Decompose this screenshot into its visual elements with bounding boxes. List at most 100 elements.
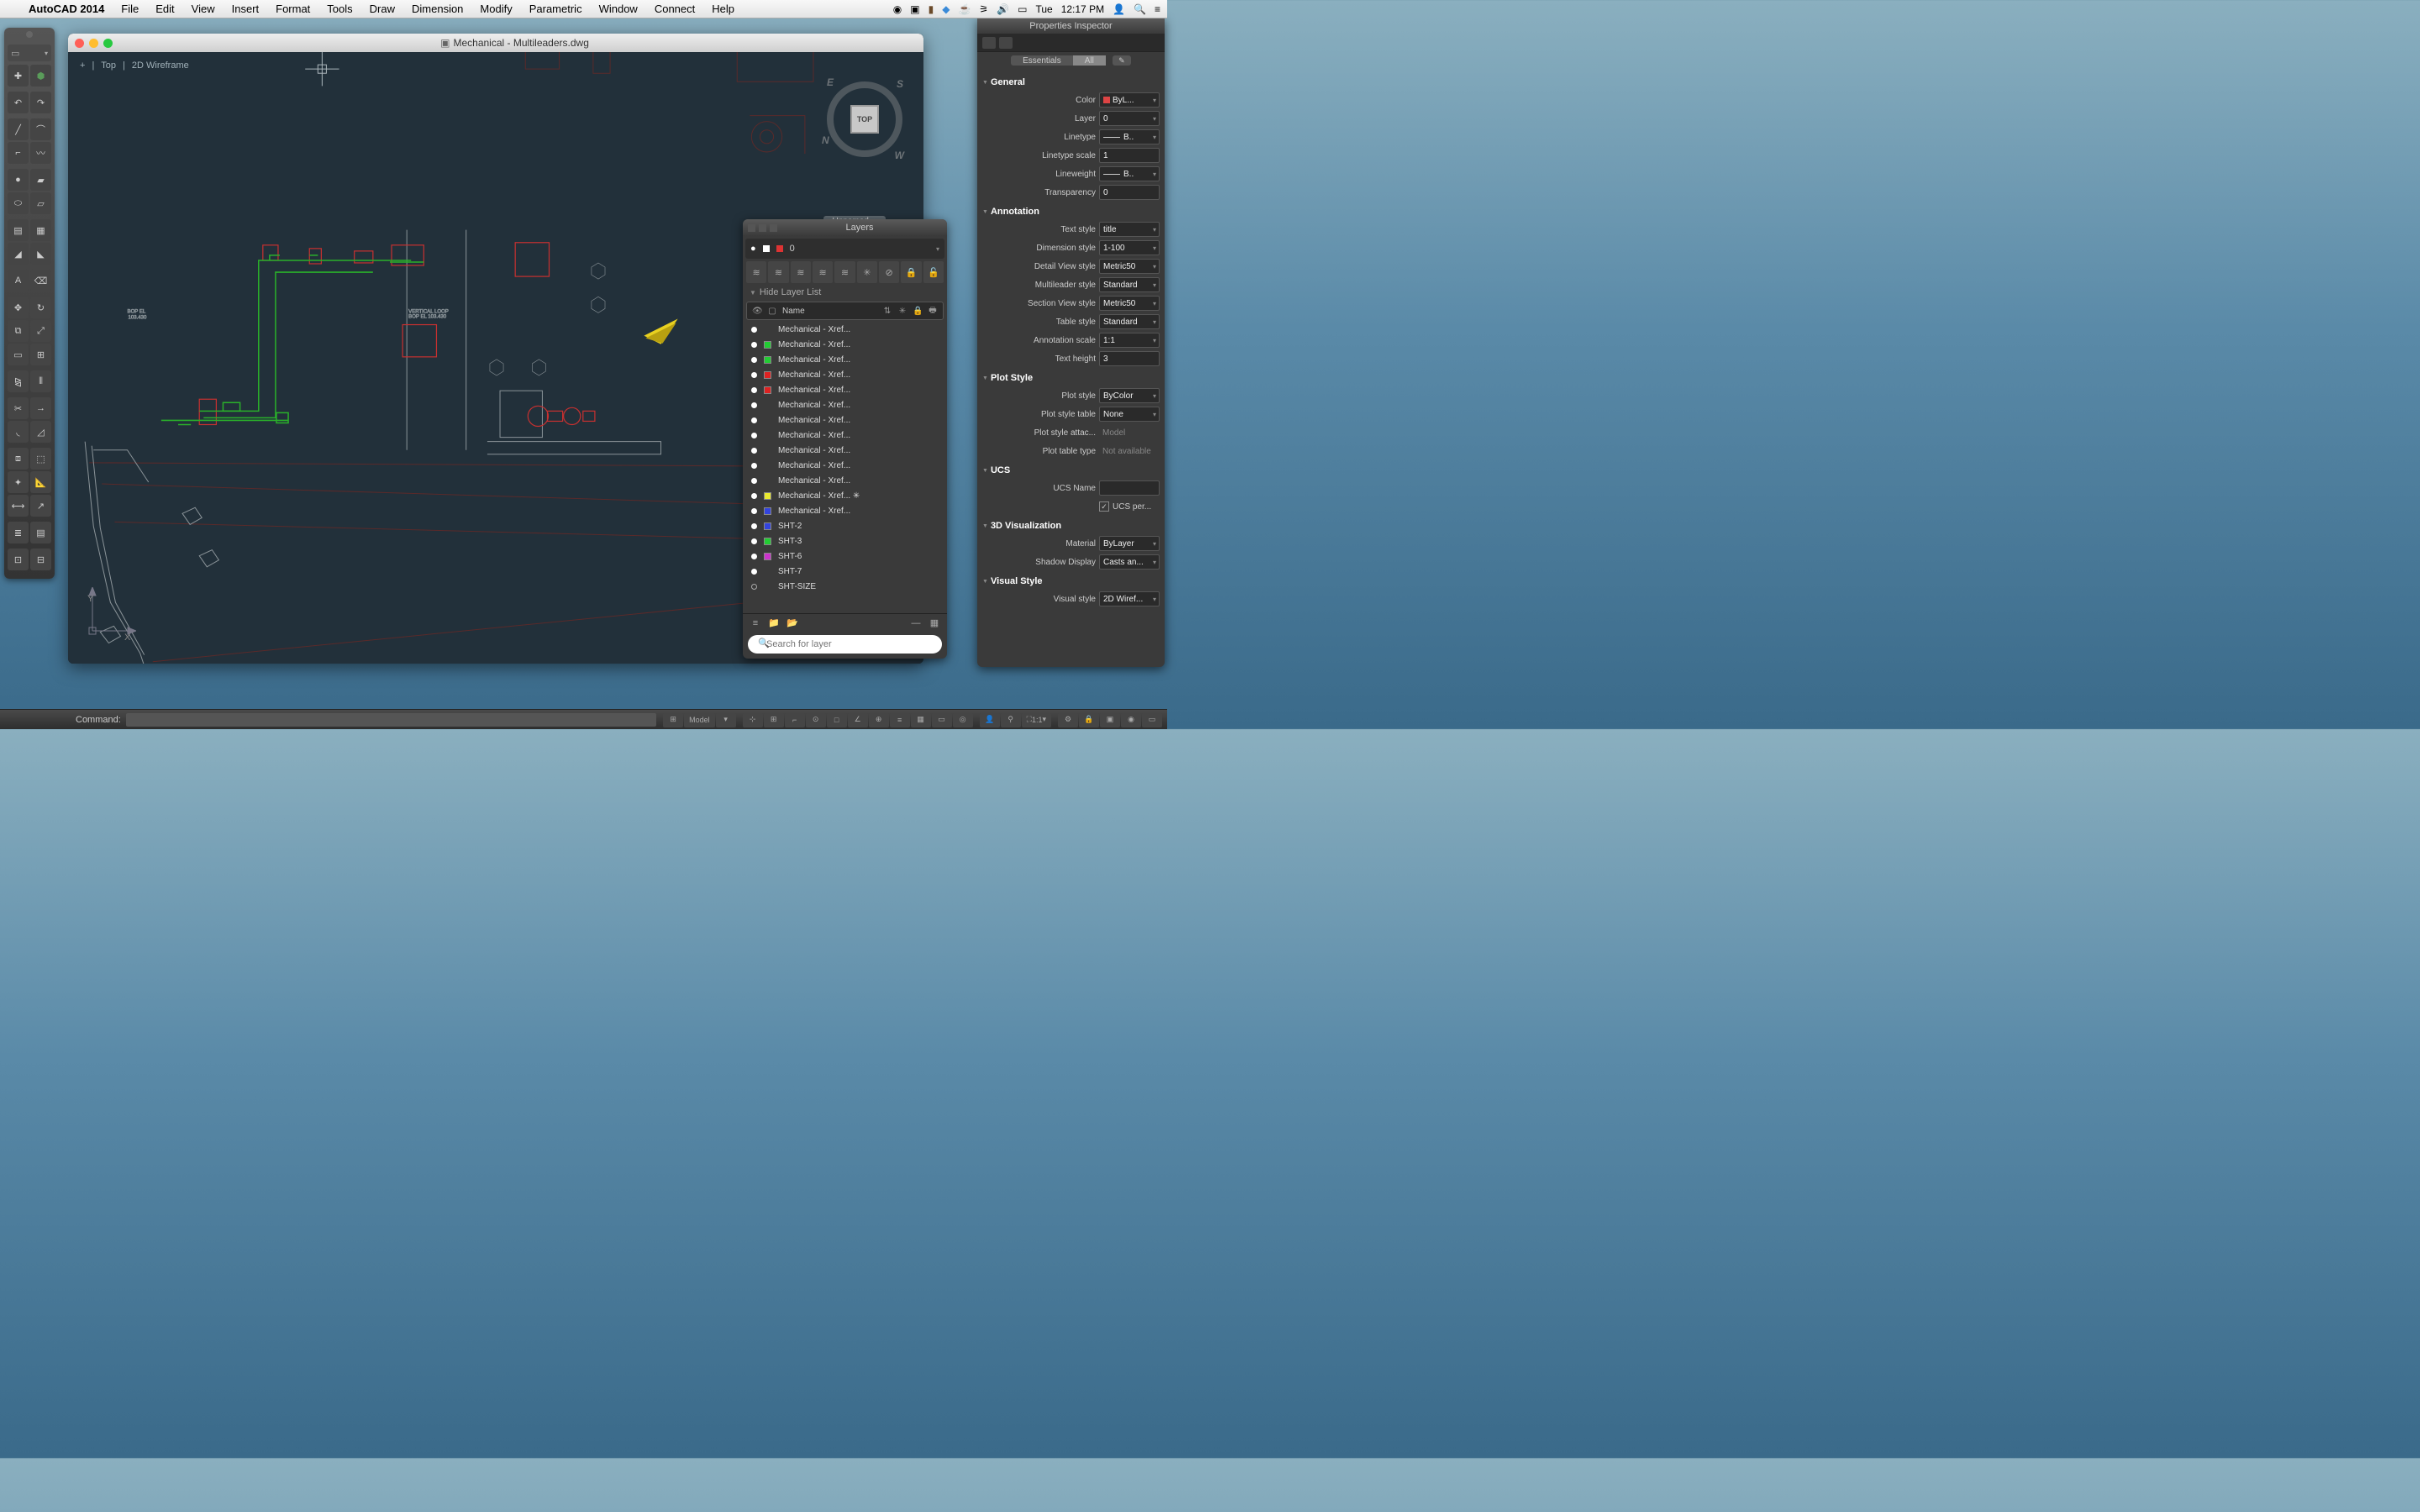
dim-tool[interactable]: ⟷ — [8, 495, 29, 517]
tab-all[interactable]: All — [1073, 55, 1106, 66]
move-tool[interactable]: ✥ — [8, 297, 29, 318]
menu-insert[interactable]: Insert — [224, 3, 268, 15]
layer-row[interactable]: SHT-7 — [746, 564, 944, 579]
shadow-dropdown[interactable]: Casts an... — [1099, 554, 1160, 570]
tablestyle-dropdown[interactable]: Standard — [1099, 314, 1160, 329]
explode-tool[interactable]: ✦ — [8, 471, 29, 493]
layer-iso-icon[interactable]: ≋ — [791, 261, 811, 283]
section-general[interactable]: General — [982, 72, 1160, 91]
redo-button[interactable]: ↷ — [30, 92, 51, 113]
anno-autoscale-icon[interactable]: ⚲ — [1001, 712, 1021, 727]
layer-row[interactable]: Mechanical - Xref... — [746, 382, 944, 397]
menu-draw[interactable]: Draw — [361, 3, 403, 15]
layer-search-input[interactable] — [748, 635, 942, 654]
app-name[interactable]: AutoCAD 2014 — [20, 3, 113, 15]
workspace-icon[interactable]: ⚙ — [1058, 712, 1078, 727]
menu-tools[interactable]: Tools — [318, 3, 360, 15]
menu-edit[interactable]: Edit — [147, 3, 182, 15]
prop-icon-2[interactable] — [999, 37, 1013, 49]
plot-column-icon[interactable]: 🖶 — [928, 304, 938, 318]
status-tag-icon[interactable]: ◆ — [942, 3, 950, 15]
ellipse-tool[interactable]: ⬭ — [8, 192, 29, 214]
sc-toggle[interactable]: ◎ — [953, 712, 973, 727]
lock-ui-icon[interactable]: 🔒 — [1079, 712, 1099, 727]
layer-states-icon[interactable]: ≡ — [748, 618, 763, 628]
status-wifi-icon[interactable]: ⚞ — [979, 3, 988, 15]
line-tool[interactable]: ╱ — [8, 118, 29, 140]
erase-tool[interactable]: ⌫ — [30, 270, 51, 291]
notification-center-icon[interactable]: ≡ — [1155, 3, 1160, 15]
status-volume-icon[interactable]: 🔊 — [997, 3, 1009, 15]
swatch-column-icon[interactable]: ▢ — [767, 307, 777, 316]
hide-layer-list-toggle[interactable]: Hide Layer List — [743, 283, 947, 302]
layer-row[interactable]: SHT-SIZE — [746, 579, 944, 594]
properties-title[interactable]: Properties Inspector — [977, 18, 1165, 34]
lock-column-icon[interactable]: 🔒 — [913, 307, 923, 316]
otrack-toggle[interactable]: ∠ — [848, 712, 868, 727]
window-titlebar[interactable]: ▣Mechanical - Multileaders.dwg — [68, 34, 923, 52]
section-ucs[interactable]: UCS — [982, 460, 1160, 479]
plotstyle-dropdown[interactable]: ByColor — [1099, 388, 1160, 403]
layer-row[interactable]: Mechanical - Xref... — [746, 337, 944, 352]
name-column[interactable]: Name — [782, 307, 877, 316]
minimize-icon[interactable] — [89, 39, 98, 48]
layers-header[interactable]: 👁 ▢ Name ⇅ ✳ 🔒 🖶 — [746, 302, 944, 320]
layer-row[interactable]: SHT-3 — [746, 533, 944, 549]
block-tool[interactable]: ⧈ — [8, 448, 29, 470]
status-bookmark-icon[interactable]: ▮ — [929, 3, 934, 15]
menubar-clock[interactable]: 12:17 PM — [1061, 3, 1104, 15]
zoom-icon[interactable] — [103, 39, 113, 48]
menu-view[interactable]: View — [183, 3, 224, 15]
status-coffee-icon[interactable]: ☕ — [958, 3, 971, 15]
close-icon[interactable] — [75, 39, 84, 48]
lwt-toggle[interactable]: ≡ — [890, 712, 910, 727]
layer-row[interactable]: Mechanical - Xref... — [746, 352, 944, 367]
status-layout-icon[interactable]: ⊞ — [663, 712, 683, 727]
section-visualstyle[interactable]: Visual Style — [982, 571, 1160, 590]
linetype-dropdown[interactable]: B.. — [1099, 129, 1160, 144]
layer-row[interactable]: Mechanical - Xref... — [746, 473, 944, 488]
dimstyle-dropdown[interactable]: 1-100 — [1099, 240, 1160, 255]
ucsper-checkbox[interactable]: ✓ — [1099, 501, 1109, 512]
grid-toggle[interactable]: ⊞ — [764, 712, 784, 727]
measure-tool[interactable]: 📐 — [30, 471, 51, 493]
rectangle-tool[interactable]: ▰ — [30, 169, 51, 191]
plottable-dropdown[interactable]: None — [1099, 407, 1160, 422]
layer-row[interactable]: Mechanical - Xref... — [746, 503, 944, 518]
transparency-toggle[interactable]: ▦ — [911, 712, 931, 727]
freeze-column-icon[interactable]: ✳ — [897, 307, 908, 316]
layer-lock2-icon[interactable]: 🔒 — [901, 261, 921, 283]
array-tool[interactable]: ⊞ — [30, 344, 51, 365]
layer-tool[interactable]: ≣ — [8, 522, 29, 543]
section-plotstyle[interactable]: Plot Style — [982, 368, 1160, 386]
pick-icon[interactable]: ✎ — [1113, 55, 1131, 66]
region-tool[interactable]: ◢ — [8, 243, 29, 265]
command-input[interactable] — [126, 713, 656, 727]
anno-visibility-icon[interactable]: 👤 — [980, 712, 1000, 727]
scale-tool[interactable]: ⤢ — [30, 320, 51, 342]
layer-dropdown[interactable]: 0 — [1099, 111, 1160, 126]
undo-button[interactable]: ↶ — [8, 92, 29, 113]
isolate-icon[interactable]: ◉ — [1121, 712, 1141, 727]
folder-icon[interactable]: 📁 — [766, 617, 781, 628]
layer-filter-icon[interactable]: ≋ — [746, 261, 766, 283]
layer-row[interactable]: Mechanical - Xref... — [746, 428, 944, 443]
properties-tool[interactable]: ▤ — [30, 522, 51, 543]
layer-row[interactable]: Mechanical - Xref... — [746, 367, 944, 382]
folder-open-icon[interactable]: 📂 — [785, 617, 800, 628]
copy-tool[interactable]: ⧉ — [8, 320, 29, 342]
section-annotation[interactable]: Annotation — [982, 202, 1160, 220]
fillet-tool[interactable]: ◟ — [8, 421, 29, 443]
sectionview-dropdown[interactable]: Metric50 — [1099, 296, 1160, 311]
color-dropdown[interactable]: ByL... — [1099, 92, 1160, 108]
menu-parametric[interactable]: Parametric — [521, 3, 591, 15]
status-image-icon[interactable]: ▣ — [910, 3, 919, 15]
status-user-icon[interactable]: 👤 — [1113, 3, 1125, 15]
snap-toggle[interactable]: ⊹ — [743, 712, 763, 727]
ortho-toggle[interactable]: ⌐ — [785, 712, 805, 727]
lineweight-dropdown[interactable]: B.. — [1099, 166, 1160, 181]
textheight-input[interactable]: 3 — [1099, 351, 1160, 366]
chamfer-tool[interactable]: ◿ — [30, 421, 51, 443]
menu-dimension[interactable]: Dimension — [403, 3, 471, 15]
menu-connect[interactable]: Connect — [646, 3, 703, 15]
